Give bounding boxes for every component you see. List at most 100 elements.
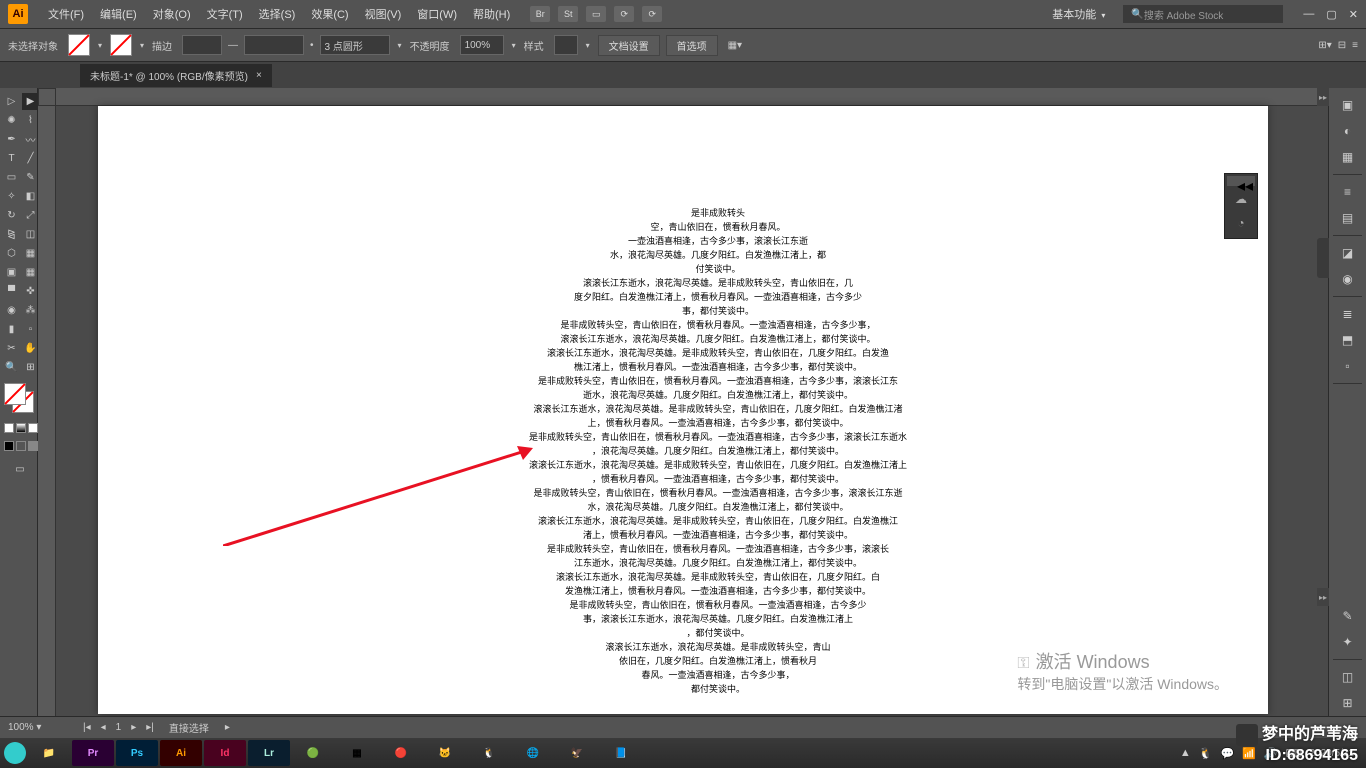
menu-object[interactable]: 对象(O) [145,6,199,22]
taskbar-premiere[interactable]: Pr [72,740,114,766]
draw-normal-icon[interactable] [4,441,14,451]
fill-swatch[interactable] [68,34,90,56]
taskbar-app5[interactable]: 🦅 [556,740,598,766]
stroke-swatch[interactable] [110,34,132,56]
rotate-tool[interactable]: ↻ [3,207,20,224]
draw-inside-icon[interactable] [28,441,38,451]
tray-msg-icon[interactable]: 💬 [1221,747,1235,760]
appearance-panel-icon[interactable]: ◉ [1329,266,1366,292]
line-tool[interactable]: ╱ [22,150,39,167]
gradient-panel-icon[interactable]: ▤ [1329,205,1366,231]
transform-icon[interactable]: ▦▾ [728,40,742,51]
first-artboard-icon[interactable]: |◂ [80,722,94,733]
vertical-ruler[interactable] [38,106,56,716]
taskbar-photoshop[interactable]: Ps [116,740,158,766]
brush-input[interactable] [320,35,390,55]
artboards-panel-icon[interactable]: ▫ [1329,353,1366,379]
search-stock-input[interactable]: 🔍 搜索 Adobe Stock [1123,5,1283,23]
blend-tool[interactable]: ◉ [3,302,20,319]
taskbar-app2[interactable]: ▦ [336,740,378,766]
shape-builder-tool[interactable]: ⬡ [3,245,20,262]
direct-selection-tool[interactable]: ▶ [22,93,39,110]
transparency-panel-icon[interactable]: ◪ [1329,240,1366,266]
free-transform-tool[interactable]: ◫ [22,226,39,243]
close-icon[interactable]: ✕ [1349,8,1358,21]
menu-file[interactable]: 文件(F) [40,6,92,22]
arrange-icon[interactable]: ▭ [586,6,606,22]
none-mode-icon[interactable] [28,423,38,433]
lasso-tool[interactable]: ⌇ [22,112,39,129]
panel-icon[interactable]: ◔ [1227,212,1255,234]
style-swatch[interactable] [554,35,578,55]
paintbrush-tool[interactable]: ✎ [22,169,39,186]
menu-edit[interactable]: 编辑(E) [92,6,145,22]
workspace-switcher[interactable]: 基本功能 ▾ [1044,6,1115,22]
opacity-input[interactable] [460,35,504,55]
asset-export-panel-icon[interactable]: ⬒ [1329,327,1366,353]
type-tool[interactable]: T [3,150,20,167]
color-panel-icon[interactable]: ◐ [1329,118,1366,144]
area-text-object[interactable]: 是非成败转头空，青山依旧在，惯看秋月春风。一壶浊酒喜相逢，古今多少事，滚滚长江东… [438,206,998,696]
column-graph-tool[interactable]: ▮ [3,321,20,338]
artboard-nav[interactable]: |◂ ◂ 1 ▸ ▸| [80,722,157,733]
next-artboard-icon[interactable]: ▸ [128,722,139,733]
taskbar-app4[interactable]: 🐱 [424,740,466,766]
perspective-tool[interactable]: ▣ [3,264,20,281]
sync2-icon[interactable]: ⟳ [642,6,662,22]
align-icon[interactable]: ⊞▾ [1318,40,1331,51]
eyedropper-tool[interactable]: ✜ [22,283,39,300]
dock-collapse-icon[interactable]: ▸▸ [1317,88,1329,106]
tray-up-icon[interactable]: ▲ [1180,747,1191,759]
eraser-tool[interactable]: ◧ [22,188,39,205]
slice-tool[interactable]: ✂ [3,340,20,357]
pen-tool[interactable]: ✒ [3,131,20,148]
taskbar-app1[interactable]: 🟢 [292,740,334,766]
artboard[interactable]: 是非成败转头空，青山依旧在，惯看秋月春风。一壶浊酒喜相逢，古今多少事，滚滚长江东… [98,106,1268,714]
menu-help[interactable]: 帮助(H) [465,6,518,22]
brushes-panel-icon[interactable]: ✎ [1329,603,1366,629]
hand-tool[interactable]: ✋ [22,340,39,357]
artboard-tool[interactable]: ▫ [22,321,39,338]
last-artboard-icon[interactable]: ▸| [143,722,157,733]
gradient-tool[interactable]: ▀ [3,283,20,300]
isolate-icon[interactable]: ⊟ [1338,40,1346,51]
draw-behind-icon[interactable] [16,441,26,451]
width-tool[interactable]: ⧎ [3,226,20,243]
maximize-icon[interactable]: ▢ [1326,8,1336,21]
taskbar-indesign[interactable]: Id [204,740,246,766]
taskbar-lightroom[interactable]: Lr [248,740,290,766]
taskbar-qq[interactable]: 🐧 [468,740,510,766]
stroke-profile-input[interactable] [244,35,304,55]
dock-collapse2-icon[interactable]: ▸▸ [1317,588,1329,606]
taskbar-explorer[interactable]: 📁 [28,740,70,766]
menu-window[interactable]: 窗口(W) [409,6,465,22]
taskbar-chrome[interactable]: 🌐 [512,740,554,766]
minimize-icon[interactable]: — [1303,8,1314,21]
taskbar-illustrator[interactable]: Ai [160,740,202,766]
properties-panel-icon[interactable]: ▣ [1329,92,1366,118]
graphic-styles-panel-icon[interactable]: ◫ [1329,664,1366,690]
stroke-weight-input[interactable] [182,35,222,55]
rectangle-tool[interactable]: ▭ [3,169,20,186]
menu-type[interactable]: 文字(T) [199,6,251,22]
sync-icon[interactable]: ⟳ [614,6,634,22]
menu-effect[interactable]: 效果(C) [303,6,356,22]
layers-panel-icon[interactable]: ≣ [1329,301,1366,327]
taskbar-app3[interactable]: 🔴 [380,740,422,766]
bridge-icon[interactable]: Br [530,6,550,22]
floating-panel[interactable]: ◂◂ ☁ ◔ [1224,173,1258,239]
canvas-area[interactable]: 是非成败转头空，青山依旧在，惯看秋月春风。一壶浊酒喜相逢，古今多少事，滚滚长江东… [38,88,1328,716]
print-tiling-tool[interactable]: ⊞ [22,359,39,376]
fill-stroke-swatch[interactable] [4,383,34,413]
curvature-tool[interactable]: 〰 [22,131,39,148]
dock-pill[interactable] [1317,238,1329,278]
tab-close-icon[interactable]: × [256,70,262,81]
artboard-number[interactable]: 1 [113,722,125,733]
tray-qq-icon[interactable]: 🐧 [1199,747,1213,760]
mesh-tool[interactable]: ▦ [22,264,39,281]
screen-mode-icon[interactable]: ▭ [3,456,37,482]
menu-select[interactable]: 选择(S) [251,6,304,22]
gradient-mode-icon[interactable] [16,423,26,433]
shaper-tool[interactable]: ✧ [3,188,20,205]
menu-view[interactable]: 视图(V) [357,6,410,22]
